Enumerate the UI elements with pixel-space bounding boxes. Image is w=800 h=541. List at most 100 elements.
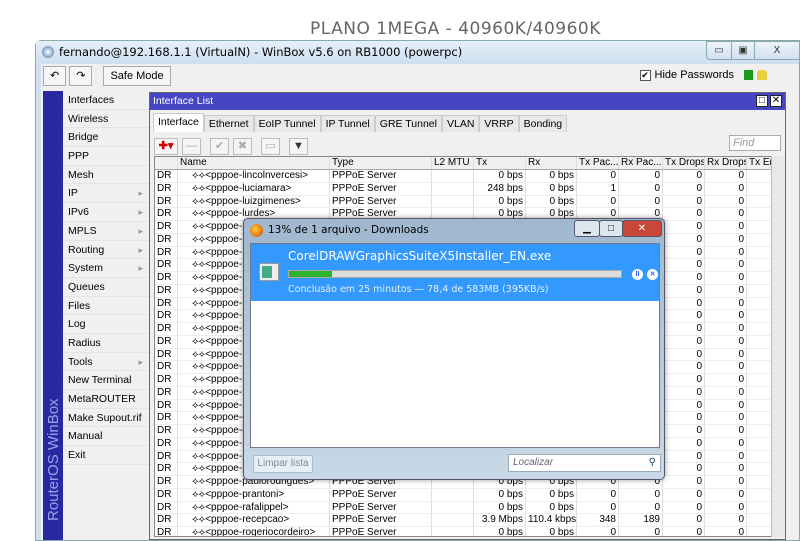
minimize-button[interactable]: ▭ bbox=[706, 41, 732, 60]
remove-button[interactable]: — bbox=[182, 137, 201, 155]
menu-item-wireless[interactable]: Wireless bbox=[63, 110, 149, 129]
cell: 1 bbox=[577, 182, 619, 195]
table-row[interactable]: DR ⟡⟡<pppoe-prantoni> PPPoE Server 0 bps 0 b… bbox=[155, 488, 772, 502]
menu-item-label: Routing bbox=[68, 243, 105, 256]
dl-close-button[interactable]: ✕ bbox=[622, 220, 662, 237]
table-row[interactable]: DR ⟡⟡<pppoe-luizgimenes> PPPoE Server 0 bps… bbox=[155, 195, 772, 209]
cell: 0 bbox=[705, 233, 747, 246]
window-titlebar[interactable]: fernando@192.168.1.1 (VirtualN) - WinBox… bbox=[36, 41, 799, 63]
cell: 0 bps bbox=[474, 195, 526, 208]
filter-icon[interactable]: ▼ bbox=[289, 137, 308, 155]
downloads-list: CorelDRAWGraphicsSuiteX5Installer_EN.exe… bbox=[250, 243, 660, 448]
cell: DR bbox=[155, 463, 178, 475]
tab-eoip-tunnel[interactable]: EoIP Tunnel bbox=[253, 115, 321, 132]
downloads-search-input[interactable]: Localizar ⚲ bbox=[508, 454, 661, 472]
clear-list-button[interactable]: Limpar lista bbox=[253, 455, 313, 473]
cancel-download-button[interactable]: ✕ bbox=[647, 269, 658, 280]
cell: DR bbox=[155, 527, 178, 536]
column-header[interactable]: Tx Drops bbox=[663, 157, 705, 169]
column-header[interactable]: Tx Err bbox=[747, 157, 772, 169]
comment-button[interactable]: ▭ bbox=[261, 137, 280, 155]
close-button[interactable]: X bbox=[754, 41, 800, 60]
menu-item-interfaces[interactable]: Interfaces bbox=[63, 91, 149, 110]
column-header[interactable]: Rx Pac... bbox=[619, 157, 663, 169]
menu-item-routing[interactable]: Routing ▸ bbox=[63, 241, 149, 260]
submenu-arrow-icon: ▸ bbox=[138, 225, 143, 236]
cell: 0 bbox=[705, 335, 747, 348]
cell: 0 bbox=[705, 323, 747, 335]
pause-button[interactable]: II bbox=[632, 269, 643, 280]
menu-item-new-terminal[interactable]: New Terminal bbox=[63, 371, 149, 390]
table-row[interactable]: DR ⟡⟡<pppoe-rogeriocordeiro> PPPoE Server 0… bbox=[155, 527, 772, 536]
menu-item-system[interactable]: System ▸ bbox=[63, 259, 149, 278]
redo-button[interactable]: ↷ bbox=[69, 66, 93, 86]
hide-passwords[interactable]: ✔ Hide Passwords bbox=[639, 69, 767, 81]
column-header[interactable]: Type bbox=[330, 157, 432, 169]
menu-item-tools[interactable]: Tools ▸ bbox=[63, 353, 149, 372]
menu-item-mpls[interactable]: MPLS ▸ bbox=[63, 222, 149, 241]
table-row[interactable]: DR ⟡⟡<pppoe-rafalippel> PPPoE Server 0 bps 0… bbox=[155, 501, 772, 515]
table-row[interactable]: DR ⟡⟡<pppoe-lincolnvercesi> PPPoE Server 0 … bbox=[155, 170, 772, 183]
maximize-button[interactable]: ▣ bbox=[731, 41, 755, 60]
column-header[interactable]: Rx Drops bbox=[705, 157, 747, 169]
dl-maximize-button[interactable]: □ bbox=[599, 220, 623, 237]
column-header[interactable]: L2 MTU bbox=[432, 157, 474, 169]
dl-minimize-button[interactable]: ▁ bbox=[574, 220, 600, 237]
panel-maximize-button[interactable]: □ bbox=[756, 95, 768, 107]
panel-close-button[interactable]: ✕ bbox=[770, 95, 782, 107]
menu-item-files[interactable]: Files bbox=[63, 297, 149, 316]
tab-vrrp[interactable]: VRRP bbox=[479, 115, 519, 132]
cell: 0 bbox=[705, 195, 747, 208]
cell: 0 bbox=[663, 195, 705, 208]
menu-item-make-supout-rif[interactable]: Make Supout.rif bbox=[63, 409, 149, 428]
tab-ethernet[interactable]: Ethernet bbox=[203, 115, 254, 132]
column-header[interactable]: Name bbox=[178, 157, 330, 169]
cell: 0 bbox=[619, 182, 663, 195]
menu-item-ip[interactable]: IP ▸ bbox=[63, 184, 149, 204]
cell: 0 bbox=[705, 272, 747, 284]
panel-titlebar[interactable]: Interface List □ ✕ bbox=[150, 93, 785, 110]
column-header[interactable]: Rx bbox=[526, 157, 577, 169]
add-button[interactable]: ✚▾ bbox=[154, 137, 178, 155]
cell: 0 bbox=[663, 450, 705, 463]
tab-interface[interactable]: Interface bbox=[153, 113, 204, 132]
menu-item-queues[interactable]: Queues bbox=[63, 278, 149, 297]
undo-button[interactable]: ↶ bbox=[43, 66, 67, 86]
tab-vlan[interactable]: VLAN bbox=[441, 115, 480, 132]
find-input[interactable]: Find bbox=[729, 135, 781, 151]
cell: 0 bbox=[705, 348, 747, 361]
cell: 0 bbox=[705, 488, 747, 501]
cell: 348 bbox=[577, 514, 619, 526]
enable-button[interactable]: ✔ bbox=[210, 137, 229, 155]
cell: 0 bbox=[705, 450, 747, 463]
menu-item-label: IP bbox=[68, 187, 78, 200]
menu-item-radius[interactable]: Radius bbox=[63, 334, 149, 353]
menu-item-log[interactable]: Log bbox=[63, 315, 149, 334]
tab-gre-tunnel[interactable]: GRE Tunnel bbox=[374, 115, 442, 132]
disable-button[interactable]: ✖ bbox=[233, 137, 252, 155]
cell bbox=[432, 182, 474, 195]
menu-item-bridge[interactable]: Bridge bbox=[63, 128, 149, 148]
menu-item-ipv6[interactable]: IPv6 ▸ bbox=[63, 203, 149, 222]
menu-item-ppp[interactable]: PPP bbox=[63, 147, 149, 166]
tab-bonding[interactable]: Bonding bbox=[518, 115, 568, 132]
cell: ⟡⟡<pppoe-prantoni> bbox=[178, 488, 330, 501]
menu-item-mesh[interactable]: Mesh bbox=[63, 166, 149, 185]
column-header[interactable]: Tx Pac... bbox=[577, 157, 619, 169]
tab-ip-tunnel[interactable]: IP Tunnel bbox=[320, 115, 375, 132]
column-header[interactable] bbox=[155, 157, 178, 169]
menu-item-manual[interactable]: Manual bbox=[63, 427, 149, 447]
cell: 0 bbox=[663, 221, 705, 233]
table-row[interactable]: DR ⟡⟡<pppoe-recepcao> PPPoE Server 3.9 Mbps… bbox=[155, 514, 772, 527]
menu-item-exit[interactable]: Exit bbox=[63, 446, 149, 465]
cell: 0 bbox=[663, 284, 705, 297]
table-row[interactable]: DR ⟡⟡<pppoe-luciamara> PPPoE Server 248 bps… bbox=[155, 182, 772, 196]
menu-item-metarouter[interactable]: MetaROUTER bbox=[63, 390, 149, 409]
table-header: Name Type L2 MTU Tx Rx Tx Pac... Rx Pac... Tx D… bbox=[155, 157, 772, 170]
vertical-scrollbar[interactable] bbox=[771, 156, 785, 537]
column-header[interactable]: Tx bbox=[474, 157, 526, 169]
menu-item-label: Manual bbox=[68, 430, 103, 443]
hide-passwords-checkbox[interactable]: ✔ bbox=[639, 69, 651, 81]
download-item[interactable]: CorelDRAWGraphicsSuiteX5Installer_EN.exe… bbox=[251, 244, 659, 301]
safe-mode-button[interactable]: Safe Mode bbox=[103, 66, 171, 86]
